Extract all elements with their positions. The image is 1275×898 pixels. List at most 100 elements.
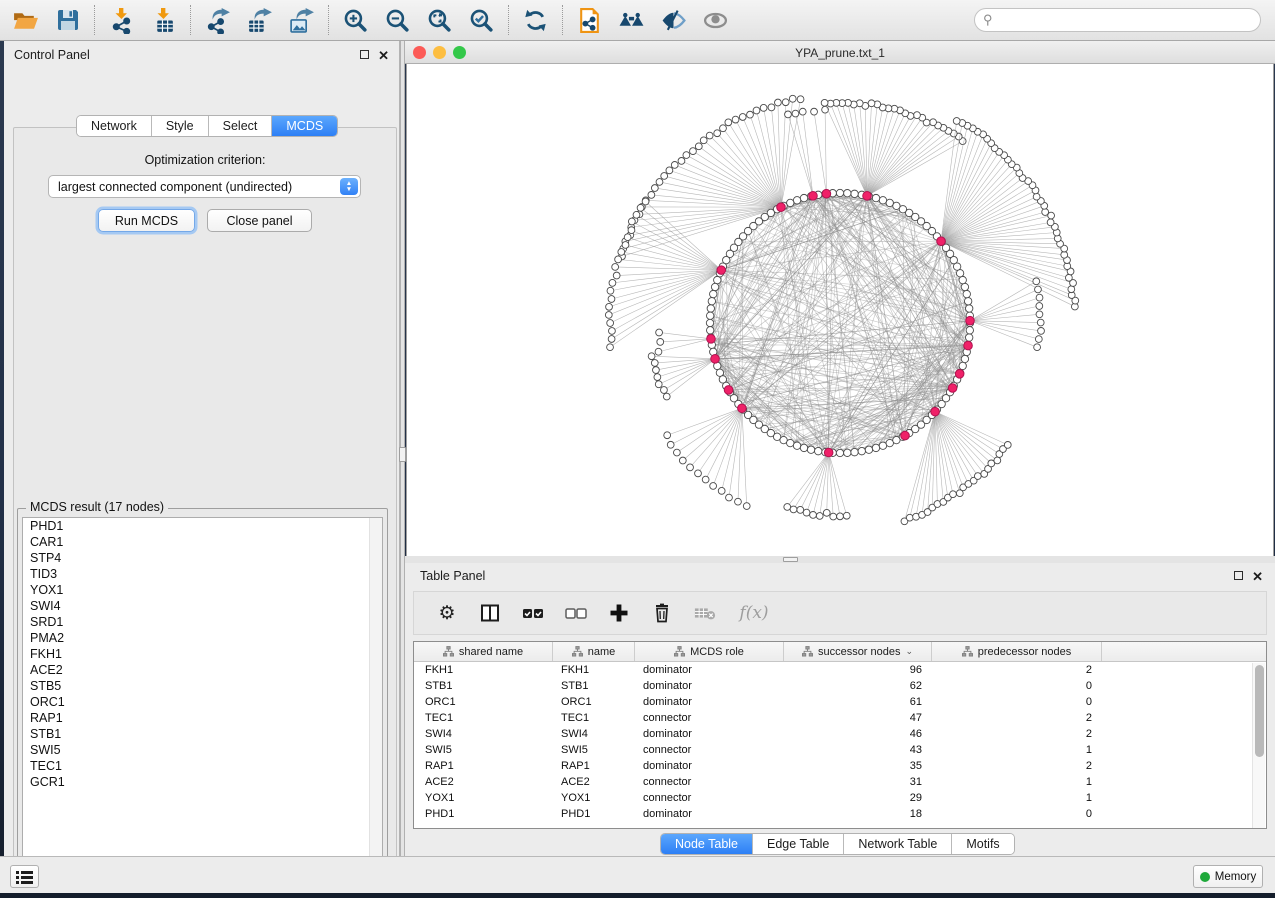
cell-successor_nodes[interactable]: 62 (784, 678, 932, 694)
cell-name[interactable]: ORC1 (553, 694, 635, 710)
cell-mcds_role[interactable]: dominator (635, 806, 784, 822)
mcds-result-item[interactable]: CAR1 (23, 534, 382, 550)
cell-mcds_role[interactable]: dominator (635, 726, 784, 742)
delete-column-icon[interactable] (651, 602, 673, 624)
cell-name[interactable]: FKH1 (553, 662, 635, 678)
cell-mcds_role[interactable]: connector (635, 742, 784, 758)
cell-name[interactable]: TEC1 (553, 710, 635, 726)
criterion-select[interactable]: largest connected component (undirected)… (48, 175, 361, 198)
export-network-icon[interactable] (204, 7, 231, 34)
cell-name[interactable]: STB1 (553, 678, 635, 694)
close-panel-icon[interactable]: ✕ (378, 51, 389, 60)
cell-predecessor_nodes[interactable]: 1 (932, 742, 1102, 758)
mcds-result-item[interactable]: SWI5 (23, 742, 382, 758)
mcds-result-item[interactable]: SRD1 (23, 614, 382, 630)
open-file-icon[interactable] (12, 7, 39, 34)
mcds-list-scrollbar[interactable] (369, 518, 382, 873)
cell-name[interactable]: YOX1 (553, 790, 635, 806)
zoom-out-icon[interactable] (384, 7, 411, 34)
mcds-result-item[interactable]: TEC1 (23, 758, 382, 774)
tab-edge-table[interactable]: Edge Table (753, 834, 844, 854)
cell-predecessor_nodes[interactable]: 0 (932, 694, 1102, 710)
column-header-MCDS-role[interactable]: MCDS role (635, 642, 784, 661)
export-image-icon[interactable] (288, 7, 315, 34)
cell-successor_nodes[interactable]: 47 (784, 710, 932, 726)
cell-shared_name[interactable]: PHD1 (414, 806, 553, 822)
column-header-predecessor-nodes[interactable]: predecessor nodes (932, 642, 1102, 661)
mcds-result-item[interactable]: PMA2 (23, 630, 382, 646)
cell-shared_name[interactable]: ACE2 (414, 774, 553, 790)
search-input[interactable] (974, 8, 1261, 32)
cell-shared_name[interactable]: ORC1 (414, 694, 553, 710)
mcds-result-item[interactable]: FKH1 (23, 646, 382, 662)
tab-style[interactable]: Style (152, 116, 209, 136)
network-view-canvas[interactable] (406, 64, 1274, 556)
table-row[interactable]: YOX1YOX1connector291 (414, 790, 1266, 806)
save-icon[interactable] (54, 7, 81, 34)
close-panel-icon[interactable]: ✕ (1252, 572, 1263, 581)
cell-predecessor_nodes[interactable]: 2 (932, 710, 1102, 726)
show-graphics-details-icon[interactable] (702, 7, 729, 34)
mcds-result-item[interactable]: ORC1 (23, 694, 382, 710)
table-scrollbar-thumb[interactable] (1255, 665, 1264, 757)
tab-network[interactable]: Network (77, 116, 152, 136)
mcds-result-item[interactable]: STB1 (23, 726, 382, 742)
columns-icon[interactable] (479, 602, 501, 624)
table-settings-icon[interactable]: ⚙ (436, 602, 458, 624)
cell-successor_nodes[interactable]: 18 (784, 806, 932, 822)
table-row[interactable]: RAP1RAP1dominator352 (414, 758, 1266, 774)
table-row[interactable]: STB1STB1dominator620 (414, 678, 1266, 694)
cell-predecessor_nodes[interactable]: 1 (932, 790, 1102, 806)
cell-successor_nodes[interactable]: 43 (784, 742, 932, 758)
add-column-icon[interactable] (608, 602, 630, 624)
mcds-result-item[interactable]: PHD1 (23, 518, 382, 534)
cell-shared_name[interactable]: SWI4 (414, 726, 553, 742)
mcds-result-list[interactable]: PHD1CAR1STP4TID3YOX1SWI4SRD1PMA2FKH1ACE2… (22, 517, 383, 874)
memory-button[interactable]: Memory (1193, 865, 1263, 888)
cell-predecessor_nodes[interactable]: 2 (932, 726, 1102, 742)
search-network-icon[interactable] (618, 7, 645, 34)
cell-name[interactable]: ACE2 (553, 774, 635, 790)
cell-name[interactable]: PHD1 (553, 806, 635, 822)
table-row[interactable]: SWI5SWI5connector431 (414, 742, 1266, 758)
cell-shared_name[interactable]: STB1 (414, 678, 553, 694)
mcds-result-item[interactable]: RAP1 (23, 710, 382, 726)
cell-name[interactable]: SWI5 (553, 742, 635, 758)
cell-predecessor_nodes[interactable]: 2 (932, 758, 1102, 774)
table-row[interactable]: SWI4SWI4dominator462 (414, 726, 1266, 742)
column-header-successor-nodes[interactable]: successor nodes⌄ (784, 642, 932, 661)
cell-mcds_role[interactable]: dominator (635, 662, 784, 678)
cell-predecessor_nodes[interactable]: 0 (932, 678, 1102, 694)
tab-mcds[interactable]: MCDS (272, 116, 337, 136)
close-panel-button[interactable]: Close panel (207, 209, 312, 232)
export-table-icon[interactable] (246, 7, 273, 34)
select-all-icon[interactable] (522, 602, 544, 624)
cell-shared_name[interactable]: YOX1 (414, 790, 553, 806)
column-header-name[interactable]: name (553, 642, 635, 661)
horizontal-splitter[interactable] (405, 556, 1275, 563)
cell-mcds_role[interactable]: dominator (635, 694, 784, 710)
cell-name[interactable]: RAP1 (553, 758, 635, 774)
tab-select[interactable]: Select (209, 116, 273, 136)
cell-name[interactable]: SWI4 (553, 726, 635, 742)
cell-successor_nodes[interactable]: 46 (784, 726, 932, 742)
horizontal-splitter-handle[interactable] (783, 557, 798, 562)
table-row[interactable]: FKH1FKH1dominator962 (414, 662, 1266, 678)
tab-motifs[interactable]: Motifs (952, 834, 1013, 854)
network-from-document-icon[interactable] (576, 7, 603, 34)
run-mcds-button[interactable]: Run MCDS (98, 209, 195, 232)
cell-predecessor_nodes[interactable]: 2 (932, 662, 1102, 678)
cell-predecessor_nodes[interactable]: 1 (932, 774, 1102, 790)
table-row[interactable]: PHD1PHD1dominator180 (414, 806, 1266, 822)
cell-successor_nodes[interactable]: 29 (784, 790, 932, 806)
network-window-titlebar[interactable]: YPA_prune.txt_1 (405, 41, 1275, 64)
cell-shared_name[interactable]: SWI5 (414, 742, 553, 758)
float-panel-icon[interactable] (360, 50, 369, 59)
refresh-icon[interactable] (522, 7, 549, 34)
cell-mcds_role[interactable]: dominator (635, 758, 784, 774)
table-row[interactable]: ACE2ACE2connector311 (414, 774, 1266, 790)
cell-successor_nodes[interactable]: 96 (784, 662, 932, 678)
mcds-result-item[interactable]: TID3 (23, 566, 382, 582)
zoom-fit-icon[interactable] (426, 7, 453, 34)
tab-node-table[interactable]: Node Table (661, 834, 753, 854)
